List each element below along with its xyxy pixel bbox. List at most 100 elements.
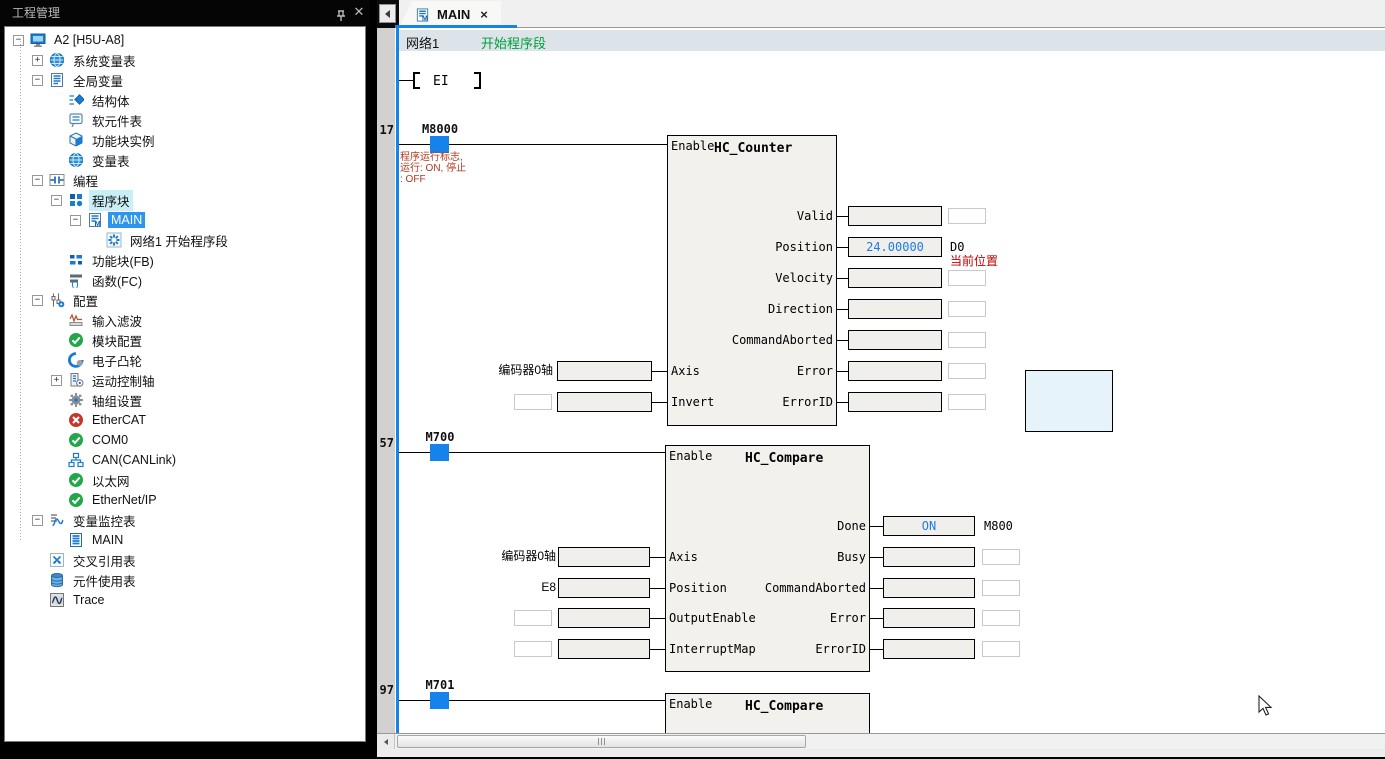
output-value-box[interactable] [883,578,975,598]
output-value-box[interactable] [883,608,975,628]
tree-item-label: 变量监控表 [70,510,139,531]
output-comment-box[interactable] [948,394,986,410]
contact-m701[interactable] [430,692,449,709]
tree-item-watch-main[interactable]: MAIN [5,530,365,550]
tree-item-cross-reference[interactable]: 交叉引用表 [5,550,365,570]
tree-item-programming[interactable]: −编程 [5,170,365,190]
tree-item-fb-instance[interactable]: 功能块实例 [5,130,365,150]
contact-m8000[interactable] [430,136,449,153]
contact-m700[interactable] [430,444,449,461]
output-value-box[interactable] [848,392,942,412]
input-comment-box[interactable] [514,641,552,657]
output-comment-box[interactable] [982,610,1020,626]
tree-item-motion-axis[interactable]: +运动控制轴 [5,370,365,390]
tree-item-com0[interactable]: COM0 [5,430,365,450]
usage-table-icon [49,572,65,588]
svg-text:M: M [95,219,101,228]
input-operand-box[interactable] [558,639,650,659]
output-comment-box[interactable] [948,301,986,317]
tree-item-input-filter[interactable]: 输入滤波 [5,310,365,330]
collapse-icon[interactable]: − [32,515,43,526]
output-value-box[interactable] [848,206,942,226]
output-value-box[interactable]: 24.00000 [848,237,942,257]
input-operand-box[interactable] [557,361,652,381]
filter-icon [68,312,84,328]
ei-instruction[interactable]: EI [433,74,449,89]
tree-item-label: 交叉引用表 [70,550,139,571]
collapse-icon[interactable]: − [70,215,81,226]
output-value-box[interactable] [848,299,942,319]
tab-scroll-left-button[interactable] [379,4,396,23]
tree-item-element-usage[interactable]: 元件使用表 [5,570,365,590]
expand-icon[interactable]: + [32,55,43,66]
tree-item-config[interactable]: −配置 [5,290,365,310]
network-header[interactable]: 网络1 开始程序段 [399,30,1385,51]
input-operand-box[interactable] [557,392,652,412]
input-operand-label[interactable]: 编码器0轴 [424,549,556,564]
tree-item-can-canlink[interactable]: CAN(CANLink) [5,450,365,470]
output-value-box[interactable] [848,268,942,288]
selection-cell-box[interactable] [1025,370,1113,432]
tree-item-functions-fc[interactable]: ()函数(FC) [5,270,365,290]
tree-item-global-variables[interactable]: −全局变量 [5,70,365,90]
tree-item-watch-table[interactable]: − 变量监控表 [5,510,365,530]
thumb-grip [598,738,599,745]
output-comment-box[interactable] [948,270,986,286]
tree-item-ethernet[interactable]: 以太网 [5,470,365,490]
output-comment-box[interactable] [948,208,986,224]
tree-item-system-var-table[interactable]: +系统变量表 [5,50,365,70]
output-target-label[interactable]: M800 [984,518,1013,534]
tree-item-variable-table[interactable]: 变量表 [5,150,365,170]
input-operand-label[interactable]: E8 [424,580,556,595]
project-panel: 工程管理 ✕ −A2 [H5U-A8]+系统变量表−全局变量结构体软元件表功能块… [0,0,370,759]
fb-icon [68,252,84,268]
close-icon[interactable]: ✕ [352,4,366,20]
output-value-box[interactable] [883,639,975,659]
output-comment-box[interactable] [948,332,986,348]
collapse-icon[interactable]: − [13,35,24,46]
check-icon [68,492,84,508]
output-value-box[interactable] [848,330,942,350]
tree-item-e-cam[interactable]: 电子凸轮 [5,350,365,370]
tree-item-device-table[interactable]: 软元件表 [5,110,365,130]
tree-item-network1[interactable]: 网络1 开始程序段 [5,230,365,250]
output-comment-box[interactable] [982,580,1020,596]
ladder-canvas: 网络1 开始程序段 EI 17M8000程序运行标志,运行: ON, 停止: O… [377,28,1385,733]
collapse-icon[interactable]: − [32,175,43,186]
tree-item-struct[interactable]: 结构体 [5,90,365,110]
tree-item-ethernet-ip[interactable]: EtherNet/IP [5,490,365,510]
output-value-box[interactable] [883,547,975,567]
input-comment-box[interactable] [514,610,552,626]
horizontal-scrollbar[interactable] [377,733,1385,749]
tree-item-module-config[interactable]: 模块配置 [5,330,365,350]
input-operand-box[interactable] [558,578,650,598]
collapse-icon[interactable]: − [51,195,62,206]
tree-item-function-blocks-fb[interactable]: 功能块(FB) [5,250,365,270]
scroll-left-button[interactable] [377,734,395,749]
output-comment-box[interactable] [982,549,1020,565]
scrollbar-thumb[interactable] [397,735,806,748]
pin-icon[interactable] [334,6,348,20]
output-value-box[interactable]: ON [883,516,975,536]
input-comment-box[interactable] [514,394,552,410]
input-operand-box[interactable] [558,608,650,628]
collapse-icon[interactable]: − [32,295,43,306]
expand-icon[interactable]: + [51,375,62,386]
tab-main[interactable]: M MAIN × [399,1,501,28]
tree-item-plc-root[interactable]: −A2 [H5U-A8] [5,30,365,50]
tab-close-icon[interactable]: × [480,7,488,22]
input-operand-label[interactable]: 编码器0轴 [421,363,553,378]
tree-item-label: Trace [70,592,108,608]
tree-item-axis-group[interactable]: 轴组设置 [5,390,365,410]
output-comment-box[interactable] [982,641,1020,657]
tree-item-program-blocks[interactable]: −程序块 [5,190,365,210]
tree-item-main-program[interactable]: −MMAIN [5,210,365,230]
collapse-icon[interactable]: − [32,75,43,86]
globe-icon [49,52,65,68]
tree-item-ethercat[interactable]: EtherCAT [5,410,365,430]
output-value-box[interactable] [848,361,942,381]
input-operand-box[interactable] [558,547,650,567]
output-comment-box[interactable] [948,363,986,379]
output-target-label[interactable]: D0 [950,239,964,255]
tree-item-trace[interactable]: Trace [5,590,365,610]
